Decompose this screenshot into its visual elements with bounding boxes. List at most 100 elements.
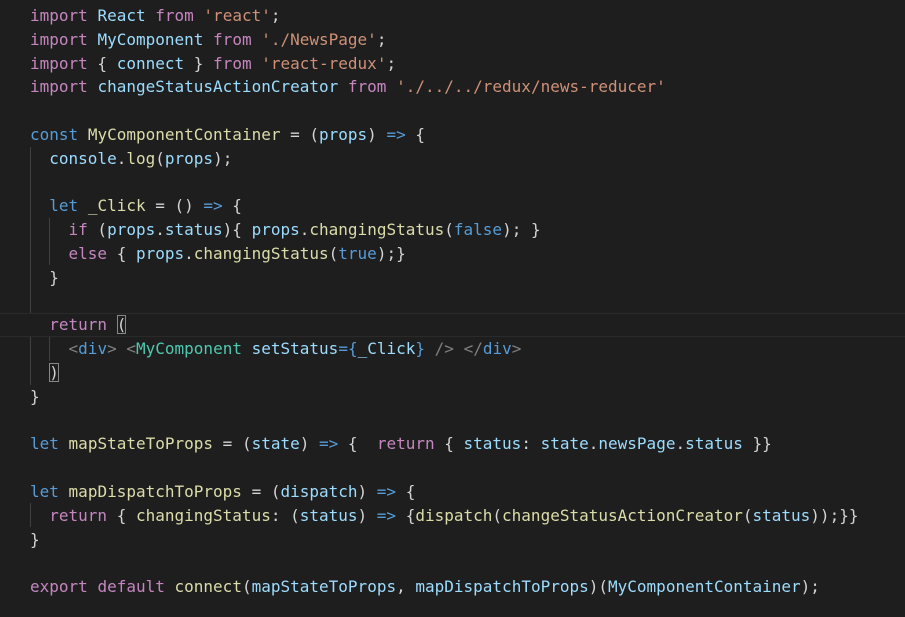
code-line[interactable] (30, 551, 905, 575)
code-token: changingStatus (309, 220, 445, 240)
code-token: ) (367, 124, 387, 144)
code-token: } (30, 267, 59, 287)
code-token: }} (742, 434, 772, 454)
code-line[interactable]: if (props.status){ props.changingStatus(… (30, 218, 905, 242)
code-line[interactable]: } (30, 385, 905, 409)
code-token: dispatch (415, 505, 493, 525)
code-token: ){ (222, 220, 252, 240)
code-token: = ( (213, 434, 252, 454)
code-token: status (463, 434, 522, 454)
code-token: connect (116, 53, 185, 73)
code-line[interactable]: console.log(props); (30, 147, 905, 171)
code-token: from (213, 29, 252, 49)
code-line[interactable] (30, 456, 905, 480)
code-line[interactable]: import { connect } from 'react-redux'; (30, 52, 905, 76)
code-line[interactable]: } (30, 528, 905, 552)
code-token: { (87, 53, 117, 73)
code-line[interactable]: return ( (0, 313, 905, 338)
code-token: => (376, 505, 397, 525)
code-token: console (49, 148, 117, 168)
code-token: const (30, 124, 79, 144)
code-line[interactable]: let mapStateToProps = (state) => { retur… (30, 432, 905, 456)
code-token: ; (376, 29, 387, 49)
code-line[interactable] (30, 171, 905, 195)
code-token: let (30, 481, 59, 501)
code-line[interactable]: import React from 'react'; (30, 4, 905, 28)
code-token: mapDispatchToProps (68, 481, 242, 501)
code-line[interactable]: export default connect(mapStateToProps, … (30, 575, 905, 599)
code-line[interactable] (30, 290, 905, 314)
code-line[interactable] (30, 409, 905, 433)
code-line[interactable]: import changeStatusActionCreator from '.… (30, 75, 905, 99)
code-token: : ( (270, 505, 300, 525)
code-token: state (540, 434, 589, 454)
code-editor[interactable]: import React from 'react'; import MyCompo… (0, 0, 905, 617)
code-token: status (752, 505, 811, 525)
code-token: . (155, 220, 165, 240)
code-token: } (415, 339, 426, 359)
code-token: MyComponent (97, 29, 204, 49)
code-token: connect (174, 577, 242, 597)
code-line[interactable]: let _Click = () => { (30, 194, 905, 218)
code-line[interactable]: else { props.changingStatus(true);} (30, 242, 905, 266)
code-token: ( (116, 315, 127, 335)
code-line[interactable]: } (30, 266, 905, 290)
code-token: { (396, 481, 416, 501)
code-token: ( (492, 505, 503, 525)
code-token: { (107, 505, 136, 525)
code-token: changeStatusActionCreator (97, 77, 339, 97)
code-token: from (347, 77, 387, 97)
code-token: let (30, 434, 59, 454)
code-line[interactable]: import MyComponent from './NewsPage'; (30, 28, 905, 52)
current-line-highlight (0, 313, 905, 338)
code-token: ); (800, 577, 820, 597)
code-token: )( (588, 577, 609, 597)
code-token: MyComponentContainer (608, 577, 801, 597)
code-token: import (30, 29, 88, 49)
code-token: from (155, 6, 194, 25)
code-line[interactable]: let mapDispatchToProps = (dispatch) => { (30, 480, 905, 504)
code-token: _Click (87, 196, 146, 216)
code-line[interactable]: <div> <MyComponent setStatus={_Click} />… (30, 337, 905, 361)
code-token: './NewsPage' (261, 29, 377, 49)
code-token: export (30, 577, 88, 597)
code-token: return (49, 505, 108, 525)
code-token: } (30, 529, 40, 549)
code-token: props (319, 124, 368, 144)
code-token: 'react' (203, 6, 271, 25)
code-token: 'react-redux' (261, 53, 387, 73)
code-token: setStatus (251, 339, 339, 359)
code-line[interactable] (30, 99, 905, 123)
code-line[interactable]: ) (30, 361, 905, 385)
code-token: changingStatus (193, 243, 329, 263)
code-token: { (434, 434, 464, 454)
code-token: </ (463, 339, 483, 359)
code-line[interactable]: const MyComponentContainer = (props) => … (30, 123, 905, 147)
code-token: => (386, 124, 406, 144)
code-token: './../../redux/news-reducer' (396, 77, 666, 97)
code-token: { (405, 124, 425, 144)
code-token: React (97, 6, 146, 25)
code-token: . (116, 148, 127, 168)
code-token: ; (386, 53, 397, 73)
code-token: log (126, 148, 156, 168)
code-token: _Click (357, 339, 416, 359)
code-token: default (97, 577, 165, 597)
code-lines[interactable]: import React from 'react'; import MyCompo… (0, 4, 905, 599)
code-line[interactable]: return { changingStatus: (status) => {di… (30, 504, 905, 528)
